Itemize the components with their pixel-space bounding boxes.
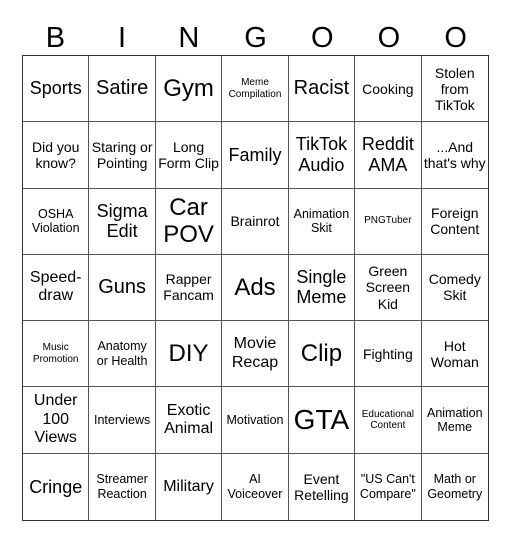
bingo-cell[interactable]: OSHA Violation [23, 188, 90, 255]
bingo-cell[interactable]: Anatomy or Health [89, 321, 156, 388]
bingo-cell[interactable]: Sports [23, 56, 90, 123]
bingo-cell[interactable]: DIY [155, 321, 223, 388]
bingo-cell[interactable]: Fighting [355, 321, 422, 388]
bingo-cell[interactable]: Animation Skit [288, 188, 356, 255]
header-letter: B [45, 22, 66, 54]
bingo-cell[interactable]: Hot Woman [421, 321, 488, 388]
bingo-cell[interactable]: Satire [89, 56, 156, 123]
header-letter: O [310, 22, 334, 54]
bingo-cell[interactable]: Motivation [222, 387, 289, 454]
bingo-cell[interactable]: Event Retelling [289, 453, 356, 520]
bingo-cell[interactable]: Brainrot [222, 188, 289, 255]
bingo-cell[interactable]: "US Can't Compare" [355, 453, 422, 520]
bingo-cell[interactable]: Meme Compilation [222, 56, 289, 123]
bingo-cell[interactable]: Green Screen Kid [355, 254, 422, 322]
bingo-cell[interactable]: Movie Recap [222, 321, 289, 388]
bingo-cell[interactable]: Guns [89, 254, 156, 322]
bingo-cell[interactable]: Animation Meme [421, 387, 488, 454]
bingo-cell[interactable]: Clip [288, 321, 356, 388]
bingo-cell[interactable]: Family [222, 122, 289, 189]
bingo-cell[interactable]: Long Form Clip [155, 122, 223, 189]
bingo-header: B I N G O O O [22, 18, 489, 58]
bingo-cell[interactable]: Car POV [155, 188, 223, 255]
bingo-cell[interactable]: TikTok Audio [288, 122, 356, 189]
bingo-cell[interactable]: AI Voiceover [222, 453, 289, 520]
bingo-cell[interactable]: ...And that's why [421, 122, 488, 189]
bingo-cell[interactable]: Military [156, 453, 223, 520]
bingo-cell[interactable]: Educational Content [355, 387, 422, 454]
bingo-grid: Sports Satire Gym Meme Compilation Racis… [22, 55, 489, 521]
bingo-cell[interactable]: Comedy Skit [421, 255, 488, 322]
header-letter: O [377, 22, 401, 54]
bingo-cell[interactable]: Ads [222, 254, 289, 322]
bingo-cell[interactable]: Speed-draw [23, 254, 90, 322]
bingo-cell[interactable]: Did you know? [23, 122, 90, 189]
header-letter: G [244, 22, 267, 54]
bingo-cell[interactable]: Math or Geometry [422, 454, 488, 520]
bingo-cell[interactable]: Cooking [355, 56, 422, 123]
bingo-cell[interactable]: Interviews [89, 387, 156, 454]
bingo-cell[interactable]: Racist [288, 56, 356, 123]
header-letter: O [444, 22, 467, 54]
bingo-cell[interactable]: Single Meme [288, 254, 356, 322]
bingo-cell[interactable]: PNGTuber [355, 188, 422, 255]
bingo-cell[interactable]: Rapper Fancam [155, 254, 223, 322]
bingo-cell[interactable]: Cringe [23, 453, 90, 520]
bingo-cell[interactable]: GTA [288, 387, 356, 454]
bingo-cell[interactable]: Foreign Content [421, 189, 488, 255]
bingo-cell[interactable]: Streamer Reaction [89, 453, 156, 520]
bingo-cell[interactable]: Music Promotion [23, 321, 90, 388]
bingo-cell[interactable]: Gym [155, 56, 223, 123]
header-letter: N [178, 22, 200, 54]
bingo-cell[interactable]: Under 100 Views [23, 387, 90, 454]
bingo-cell[interactable]: Sigma Edit [89, 188, 156, 255]
bingo-cell[interactable]: Stolen from TikTok [421, 56, 488, 123]
header-letter: I [118, 22, 127, 54]
bingo-cell[interactable]: Reddit AMA [355, 122, 422, 189]
bingo-cell[interactable]: Exotic Animal [155, 387, 223, 454]
bingo-cell[interactable]: Staring or Pointing [89, 122, 156, 189]
